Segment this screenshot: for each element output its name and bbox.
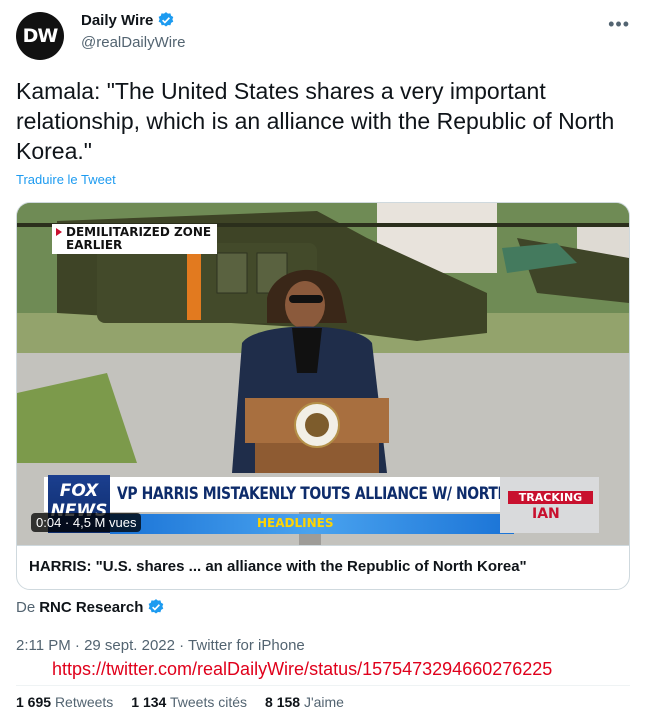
- zone-tag-line2: EARLIER: [66, 238, 123, 252]
- source-prefix: De: [16, 598, 36, 616]
- likes-stat[interactable]: 8 158 J'aime: [265, 694, 344, 710]
- likes-label: J'aime: [303, 694, 344, 710]
- fox-logo-line1: FOX: [59, 481, 99, 501]
- quotes-label: Tweets cités: [169, 694, 248, 710]
- author-name-row[interactable]: Daily Wire: [81, 11, 175, 29]
- author-handle[interactable]: @realDailyWire: [81, 34, 185, 51]
- translate-tweet-link[interactable]: Traduire le Tweet: [16, 172, 116, 187]
- stats-divider: [16, 685, 630, 686]
- likes-count: 8 158: [265, 694, 301, 710]
- verified-badge-icon: [157, 11, 175, 29]
- video-duration-views-badge: 0:04 · 4,5 M vues: [31, 513, 142, 532]
- retweets-stat[interactable]: 1 695 Retweets: [16, 694, 113, 710]
- more-options-icon[interactable]: •••: [608, 14, 630, 35]
- zone-tag: DEMILITARIZED ZONE EARLIER: [52, 224, 218, 254]
- tracking-label: TRACKING: [508, 491, 593, 504]
- avatar[interactable]: DW: [16, 12, 64, 60]
- display-name[interactable]: Daily Wire: [81, 12, 153, 29]
- tracking-name: IAN: [532, 506, 560, 522]
- media-card[interactable]: DEMILITARIZED ZONE EARLIER FOX NEWS VP H…: [16, 202, 630, 590]
- headlines-text: HEADLINES: [257, 516, 334, 530]
- quotes-count: 1 134: [131, 694, 167, 710]
- tweet-text: Kamala: "The United States shares a very…: [16, 78, 615, 164]
- retweets-label: Retweets: [54, 694, 114, 710]
- retweets-count: 1 695: [16, 694, 52, 710]
- video-player[interactable]: DEMILITARIZED ZONE EARLIER FOX NEWS VP H…: [17, 203, 629, 545]
- tracking-box: TRACKING IAN: [500, 477, 599, 533]
- tweet-timestamp[interactable]: 2:11 PM · 29 sept. 2022 · Twitter for iP…: [16, 637, 305, 654]
- engagement-stats: 1 695 Retweets 1 134 Tweets cités 8 158 …: [16, 694, 344, 710]
- url-overlay-text: https://twitter.com/realDailyWire/status…: [52, 659, 553, 679]
- chyron-text: VP HARRIS MISTAKENLY TOUTS ALLIANCE W/ N…: [117, 484, 565, 504]
- source-verified-badge-icon: [147, 598, 165, 616]
- quotes-stat[interactable]: 1 134 Tweets cités: [131, 694, 247, 710]
- video-caption[interactable]: HARRIS: "U.S. shares ... an alliance wit…: [17, 545, 629, 589]
- source-attribution: De RNC Research: [16, 598, 165, 616]
- source-name[interactable]: RNC Research: [39, 599, 143, 616]
